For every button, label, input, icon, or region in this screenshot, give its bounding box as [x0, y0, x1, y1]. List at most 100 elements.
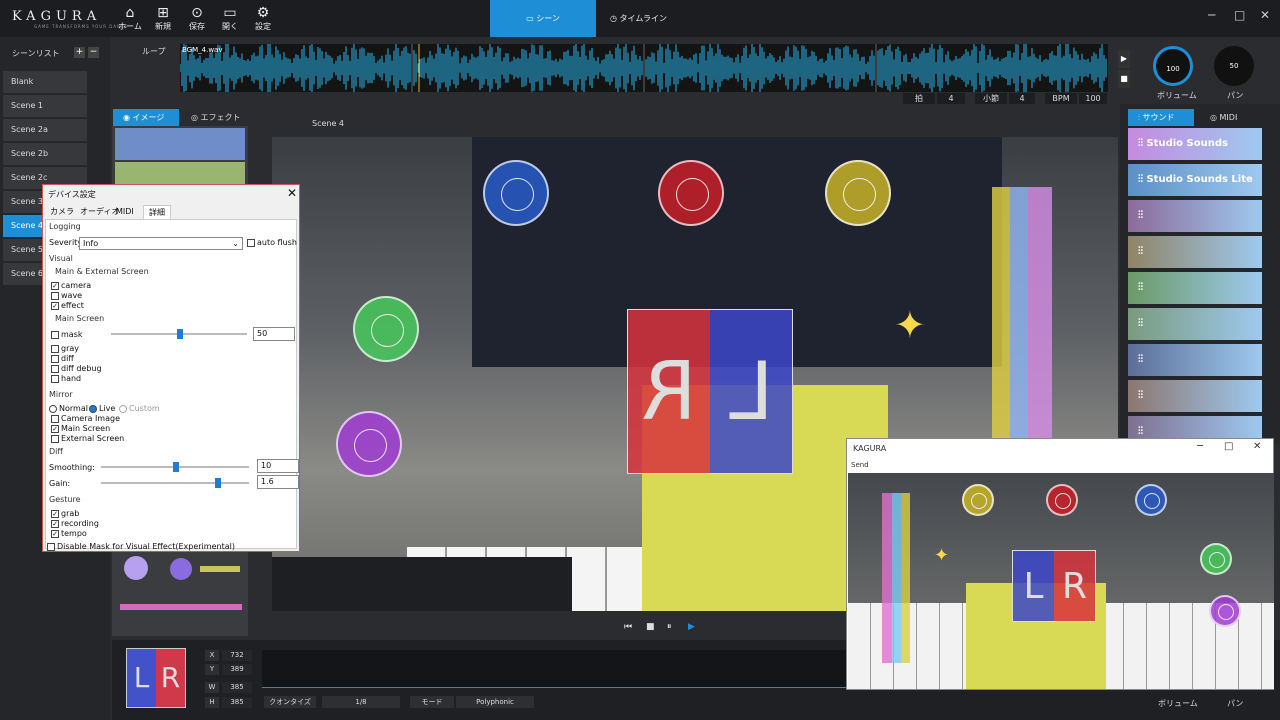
w-value[interactable]: 385: [222, 682, 252, 693]
sound-item[interactable]: ⫶⫶: [1128, 236, 1262, 268]
gain-slider-thumb[interactable]: [215, 478, 221, 488]
grab-checkbox[interactable]: ✓ grab: [51, 509, 79, 518]
normal-radio[interactable]: Normal: [49, 404, 88, 413]
remove-scene-button[interactable]: −: [88, 47, 99, 58]
custom-radio[interactable]: Custom: [119, 404, 160, 413]
thumbnail-item[interactable]: [115, 128, 245, 160]
thumbnail-item[interactable]: [115, 162, 245, 186]
bar-value[interactable]: 4: [1009, 93, 1035, 104]
stop-button[interactable]: ■: [646, 622, 655, 632]
h-value[interactable]: 385: [222, 697, 252, 708]
save-button[interactable]: ⊙ 保存: [181, 6, 213, 32]
red-circle-target[interactable]: [658, 160, 724, 226]
diff-debug-checkbox[interactable]: diff debug: [51, 364, 102, 373]
waveform[interactable]: [179, 40, 1108, 96]
sound-item[interactable]: ⫶⫶: [1128, 380, 1262, 412]
close-icon[interactable]: ✕: [1260, 8, 1270, 22]
home-button[interactable]: ⌂ ホーム: [114, 6, 146, 32]
open-button[interactable]: ▭ 開く: [214, 6, 246, 32]
tab-scene[interactable]: ▭ シーン: [490, 0, 596, 37]
kagura-maximize-icon[interactable]: □: [1224, 441, 1233, 452]
lr-panel-target[interactable]: R L: [627, 309, 793, 474]
yellow-circle-target[interactable]: [825, 160, 891, 226]
mask-slider[interactable]: [111, 329, 247, 339]
kagura-minimize-icon[interactable]: ─: [1197, 441, 1203, 452]
wave-checkbox[interactable]: wave: [51, 291, 82, 300]
mask-slider-thumb[interactable]: [177, 329, 183, 339]
settings-button[interactable]: ⚙ 設定: [247, 6, 279, 32]
blue-circle-target[interactable]: [483, 160, 549, 226]
pan-knob[interactable]: 50: [1214, 46, 1254, 86]
recording-checkbox[interactable]: ✓ recording: [51, 519, 99, 528]
timeline-track[interactable]: [262, 650, 846, 688]
diff-checkbox[interactable]: diff: [51, 354, 74, 363]
dialog-close-icon[interactable]: ✕: [287, 186, 297, 200]
volume-knob[interactable]: 100: [1153, 46, 1193, 86]
effect-checkbox[interactable]: ✓ effect: [51, 301, 84, 310]
prev-button[interactable]: ⏮: [624, 622, 632, 632]
scene-item[interactable]: Blank: [3, 71, 87, 93]
tab-midi[interactable]: ◎ MIDI: [1210, 109, 1260, 126]
kagura-send-menu[interactable]: Send: [851, 461, 869, 469]
sound-item[interactable]: ⫶⫶: [1128, 272, 1262, 304]
scene-item[interactable]: Scene 2a: [3, 119, 87, 141]
smoothing-slider-thumb[interactable]: [173, 462, 179, 472]
hand-checkbox[interactable]: hand: [51, 374, 81, 383]
kagura-external-window[interactable]: KAGURA ─ □ ✕ Send ✦ L R: [846, 438, 1274, 690]
gain-input[interactable]: 1.6: [257, 475, 299, 489]
minimize-icon[interactable]: ─: [1208, 8, 1215, 22]
tab-midi-settings[interactable]: MIDI: [111, 205, 139, 219]
external-screen-checkbox[interactable]: External Screen: [51, 434, 124, 443]
auto-flush-checkbox[interactable]: auto flush: [247, 238, 297, 247]
loop-stop-button[interactable]: ■: [1118, 70, 1130, 88]
device-settings-dialog[interactable]: デバイス設定 ✕ カメラ オーディオ MIDI 詳細 Logging Sever…: [42, 184, 300, 552]
camera-checkbox[interactable]: ✓ camera: [51, 281, 91, 290]
new-button[interactable]: ⊞ 新規: [147, 6, 179, 32]
camera-image-checkbox[interactable]: Camera Image: [51, 414, 120, 423]
thumbnail-item[interactable]: [120, 604, 242, 610]
gray-checkbox[interactable]: gray: [51, 344, 79, 353]
tab-image[interactable]: ◉ イメージ: [113, 109, 179, 126]
green-circle-target[interactable]: [353, 296, 419, 362]
y-value[interactable]: 389: [222, 664, 252, 675]
mode-select[interactable]: Polyphonic: [456, 696, 534, 708]
mask-checkbox[interactable]: mask: [51, 330, 83, 339]
scene-item[interactable]: Scene 2b: [3, 143, 87, 165]
maximize-icon[interactable]: □: [1234, 8, 1245, 22]
severity-value: Info: [83, 239, 99, 248]
scene-item[interactable]: Scene 1: [3, 95, 87, 117]
thumbnail-item[interactable]: [200, 566, 240, 572]
x-value[interactable]: 732: [222, 650, 252, 661]
smoothing-input[interactable]: 10: [257, 459, 299, 473]
thumbnail-item[interactable]: [170, 558, 192, 580]
gain-slider[interactable]: [101, 478, 249, 488]
bpm-value[interactable]: 100: [1079, 93, 1107, 104]
add-scene-button[interactable]: +: [74, 47, 85, 58]
sound-item[interactable]: ⫶⫶: [1128, 308, 1262, 340]
live-radio[interactable]: Live: [89, 404, 115, 413]
tab-advanced[interactable]: 詳細: [143, 205, 171, 219]
quantize-select[interactable]: 1/8: [322, 696, 400, 708]
beat-value[interactable]: 4: [937, 93, 965, 104]
sound-item[interactable]: ⫶⫶: [1128, 200, 1262, 232]
play-button[interactable]: ▶: [688, 622, 695, 632]
main-screen-checkbox[interactable]: ✓ Main Screen: [51, 424, 110, 433]
smoothing-slider[interactable]: [101, 462, 249, 472]
tab-effect[interactable]: ◎ エフェクト: [183, 109, 253, 126]
tempo-checkbox[interactable]: ✓ tempo: [51, 529, 87, 538]
sound-item[interactable]: ⫶⫶: [1128, 344, 1262, 376]
purple-circle-target[interactable]: [336, 411, 402, 477]
sound-item[interactable]: ⫶⫶ Studio Sounds Lite: [1128, 164, 1262, 196]
tab-timeline[interactable]: ◷ タイムライン: [610, 0, 690, 37]
tab-camera[interactable]: カメラ: [45, 205, 79, 219]
tab-sound[interactable]: ⫶ サウンド: [1128, 109, 1194, 126]
loop-play-button[interactable]: ▶: [1118, 50, 1130, 68]
sound-wave-icon: ⫶⫶: [1138, 246, 1143, 257]
pause-button[interactable]: ⏸: [667, 622, 672, 632]
thumbnail-item[interactable]: [124, 556, 148, 580]
mask-value-input[interactable]: 50: [253, 327, 295, 341]
disable-mask-checkbox[interactable]: Disable Mask for Visual Effect(Experimen…: [47, 542, 235, 551]
sound-item[interactable]: ⫶⫶ Studio Sounds: [1128, 128, 1262, 160]
severity-select[interactable]: Info ⌄: [79, 237, 243, 250]
kagura-close-icon[interactable]: ✕: [1253, 441, 1261, 452]
